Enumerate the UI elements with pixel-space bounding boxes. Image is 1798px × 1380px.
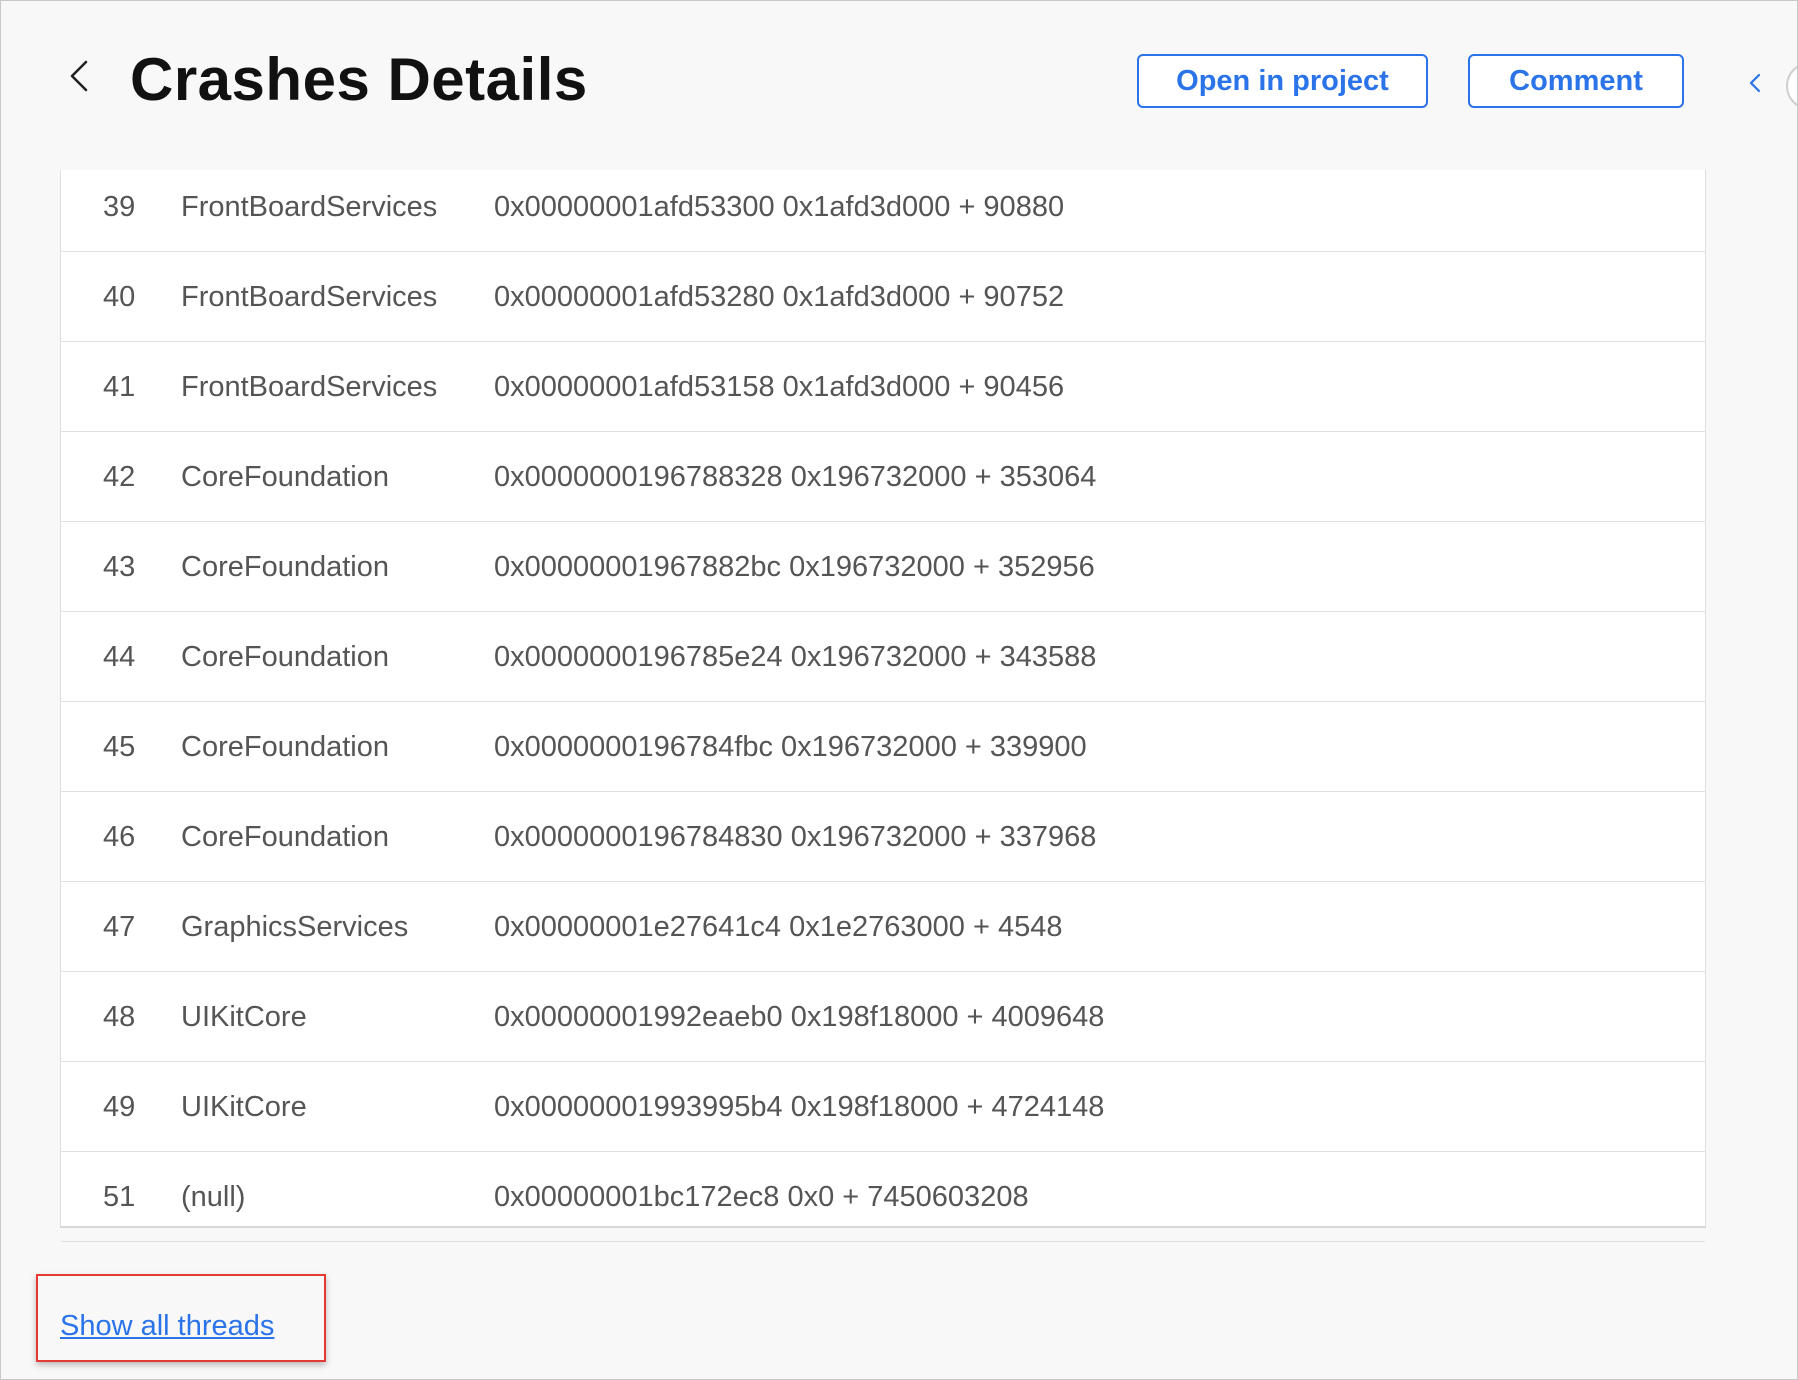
frame-address: 0x00000001993995b4 0x198f18000 + 4724148 bbox=[494, 1091, 1105, 1123]
frame-number: 49 bbox=[103, 1091, 136, 1123]
table-row: 39 FrontBoardServices 0x00000001afd53300 0… bbox=[61, 162, 1705, 252]
frame-address: 0x00000001afd53280 0x1afd3d000 + 90752 bbox=[494, 281, 1065, 313]
frame-address: 0x00000001bc172ec8 0x0 + 7450603208 bbox=[494, 1181, 1029, 1213]
library-name: CoreFoundation bbox=[181, 461, 389, 493]
open-in-project-button[interactable]: Open in project bbox=[1137, 54, 1428, 108]
stack-trace-table: 39 FrontBoardServices 0x00000001afd53300 0… bbox=[60, 170, 1706, 1242]
frame-number: 48 bbox=[103, 1001, 136, 1033]
library-name: (null) bbox=[181, 1181, 246, 1213]
table-row: 45 CoreFoundation 0x0000000196784fbc 0x196… bbox=[61, 702, 1705, 792]
frame-address: 0x0000000196788328 0x196732000 + 353064 bbox=[494, 461, 1097, 493]
frame-number: 39 bbox=[103, 191, 136, 223]
page-title: Crashes Details bbox=[130, 46, 588, 113]
panel-toggle-button[interactable] bbox=[1786, 62, 1798, 110]
library-name: FrontBoardServices bbox=[181, 281, 438, 313]
library-name: CoreFoundation bbox=[181, 821, 389, 853]
table-row: 44 CoreFoundation 0x0000000196785e24 0x196… bbox=[61, 612, 1705, 702]
frame-number: 46 bbox=[103, 821, 136, 853]
frame-address: 0x00000001967882bc 0x196732000 + 352956 bbox=[494, 551, 1095, 583]
table-row: 43 CoreFoundation 0x00000001967882bc 0x196… bbox=[61, 522, 1705, 612]
table-row: 48 UIKitCore 0x00000001992eaeb0 0x198f1800… bbox=[61, 972, 1705, 1062]
show-all-threads-link[interactable]: Show all threads bbox=[60, 1310, 274, 1343]
table-row: 40 FrontBoardServices 0x00000001afd53280 0… bbox=[61, 252, 1705, 342]
library-name: CoreFoundation bbox=[181, 731, 389, 763]
frame-address: 0x00000001992eaeb0 0x198f18000 + 4009648 bbox=[494, 1001, 1105, 1033]
frame-address: 0x0000000196785e24 0x196732000 + 343588 bbox=[494, 641, 1097, 673]
library-name: GraphicsServices bbox=[181, 911, 409, 943]
library-name: FrontBoardServices bbox=[181, 371, 438, 403]
frame-number: 45 bbox=[103, 731, 136, 763]
table-row: 41 FrontBoardServices 0x00000001afd53158 0… bbox=[61, 342, 1705, 432]
frame-number: 47 bbox=[103, 911, 136, 943]
library-name: CoreFoundation bbox=[181, 641, 389, 673]
frame-number: 51 bbox=[103, 1181, 136, 1213]
page-header: Crashes Details Open in project Comment bbox=[0, 0, 1798, 170]
table-row: 46 CoreFoundation 0x0000000196784830 0x196… bbox=[61, 792, 1705, 882]
library-name: UIKitCore bbox=[181, 1001, 307, 1033]
frame-address: 0x00000001e27641c4 0x1e2763000 + 4548 bbox=[494, 911, 1063, 943]
library-name: CoreFoundation bbox=[181, 551, 389, 583]
frame-number: 44 bbox=[103, 641, 136, 673]
table-row: 42 CoreFoundation 0x0000000196788328 0x196… bbox=[61, 432, 1705, 522]
table-row: 49 UIKitCore 0x00000001993995b4 0x198f1800… bbox=[61, 1062, 1705, 1152]
comment-button[interactable]: Comment bbox=[1468, 54, 1684, 108]
table-row: 51 (null) 0x00000001bc172ec8 0x0 + 7450603… bbox=[61, 1152, 1705, 1242]
table-row: 47 GraphicsServices 0x00000001e27641c4 0x1… bbox=[61, 882, 1705, 972]
chevron-left-icon[interactable] bbox=[1744, 68, 1766, 98]
frame-number: 40 bbox=[103, 281, 136, 313]
frame-address: 0x0000000196784830 0x196732000 + 337968 bbox=[494, 821, 1097, 853]
frame-number: 43 bbox=[103, 551, 136, 583]
frame-address: 0x00000001afd53300 0x1afd3d000 + 90880 bbox=[494, 191, 1065, 223]
library-name: UIKitCore bbox=[181, 1091, 307, 1123]
frame-number: 41 bbox=[103, 371, 136, 403]
chevron-left-icon[interactable] bbox=[64, 56, 94, 96]
frame-number: 42 bbox=[103, 461, 136, 493]
library-name: FrontBoardServices bbox=[181, 191, 438, 223]
frame-address: 0x0000000196784fbc 0x196732000 + 339900 bbox=[494, 731, 1087, 763]
frame-address: 0x00000001afd53158 0x1afd3d000 + 90456 bbox=[494, 371, 1065, 403]
